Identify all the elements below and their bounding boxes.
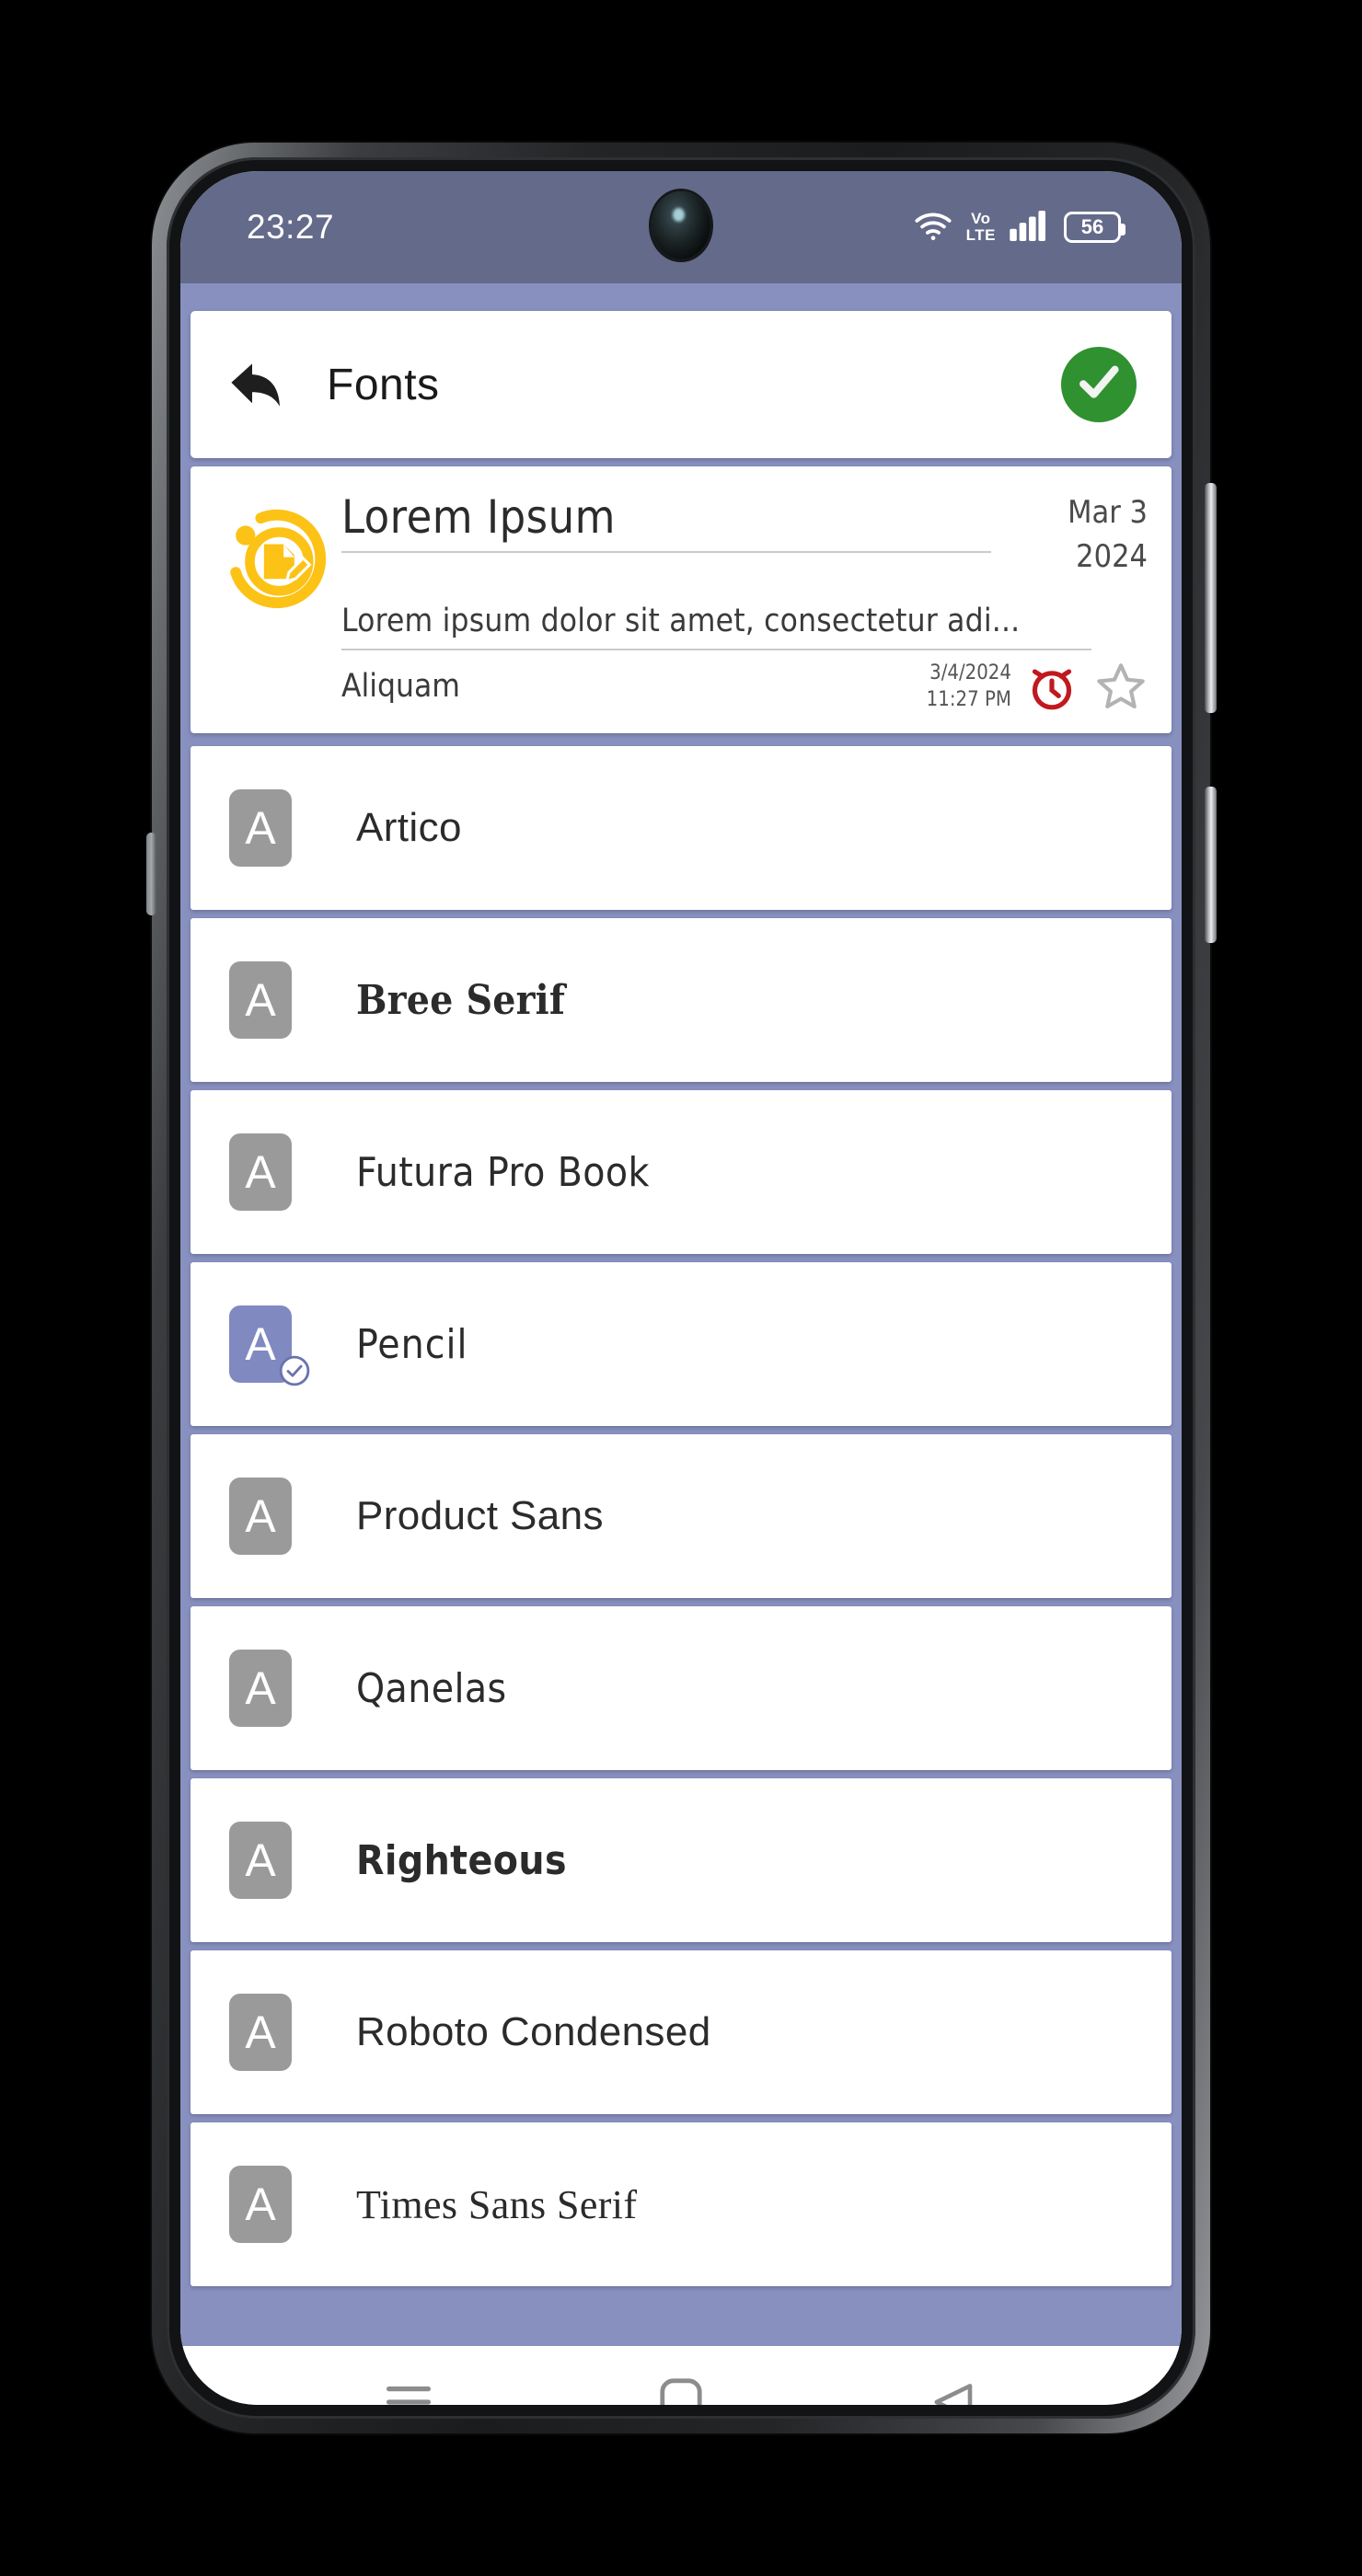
font-list-item[interactable]: A Roboto Condensed — [190, 1950, 1172, 2114]
home-square-icon — [660, 2377, 702, 2405]
font-badge-wrap: A — [229, 1305, 310, 1386]
selected-check-icon — [277, 1353, 312, 1388]
screenshot-stage: 23:27 Vo LTE 56 Fonts Lorem Ipsum Mar 3 … — [0, 0, 1362, 2576]
font-badge-icon: A — [229, 1994, 292, 2071]
font-badge-icon: A — [229, 1822, 292, 1899]
wifi-icon — [913, 209, 953, 247]
font-badge-icon: A — [229, 789, 292, 867]
star-outline-icon[interactable] — [1094, 660, 1148, 713]
note-meta-row: Aliquam 3/4/2024 11:27 PM — [341, 660, 1148, 713]
font-badge-wrap: A — [229, 2166, 297, 2243]
font-list-item[interactable]: A Pencil — [190, 1262, 1172, 1426]
font-badge-wrap: A — [229, 789, 297, 867]
note-app-logo-icon — [213, 490, 341, 713]
left-side-button[interactable] — [146, 833, 156, 915]
note-snippet-underline — [341, 649, 1091, 650]
note-date-line1: Mar 3 — [1068, 494, 1148, 531]
font-list: A Artico A Bree Serif A Futura Pro Book A Penci… — [186, 746, 1176, 2286]
note-title-underline — [341, 551, 991, 553]
note-date-line2: 2024 — [1076, 538, 1148, 575]
page-title: Fonts — [327, 360, 440, 409]
font-name-label: Qanelas — [356, 1664, 507, 1712]
nav-home-button[interactable] — [630, 2353, 732, 2405]
font-badge-icon: A — [229, 1650, 292, 1727]
android-nav-bar — [180, 2346, 1182, 2405]
phone-screen: 23:27 Vo LTE 56 Fonts Lorem Ipsum Mar 3 … — [180, 171, 1182, 2405]
font-badge-icon: A — [229, 1133, 292, 1211]
note-stamp-time: 11:27 PM — [926, 688, 1011, 711]
app-content: Fonts Lorem Ipsum Mar 3 2024 Lorem ipsum… — [180, 283, 1182, 2346]
note-stamp-date: 3/4/2024 — [929, 661, 1011, 684]
note-snippet: Lorem ipsum dolor sit amet, consectetur … — [341, 603, 1021, 639]
app-bar: Fonts — [190, 311, 1172, 458]
font-name-label: Futura Pro Book — [356, 1148, 650, 1196]
font-name-label: Product Sans — [356, 1493, 604, 1538]
font-list-item[interactable]: A Bree Serif — [190, 918, 1172, 1082]
note-body: Lorem Ipsum Mar 3 2024 Lorem ipsum dolor… — [341, 490, 1148, 713]
font-list-item[interactable]: A Artico — [190, 746, 1172, 910]
font-badge-wrap: A — [229, 1478, 297, 1555]
font-name-label: Times Sans Serif — [356, 2181, 638, 2227]
confirm-button[interactable] — [1061, 347, 1137, 422]
alarm-clock-icon[interactable] — [1026, 661, 1078, 712]
note-title: Lorem Ipsum — [341, 490, 616, 544]
font-badge-wrap: A — [229, 1822, 297, 1899]
power-button[interactable] — [1205, 787, 1217, 943]
font-badge-icon: A — [229, 2166, 292, 2243]
font-list-item[interactable]: A Product Sans — [190, 1434, 1172, 1598]
note-title-wrap: Lorem Ipsum — [341, 490, 991, 553]
font-list-item[interactable]: A Righteous — [190, 1778, 1172, 1942]
font-list-item[interactable]: A Times Sans Serif — [190, 2122, 1172, 2286]
font-badge-icon: A — [229, 961, 292, 1039]
font-badge-wrap: A — [229, 1133, 297, 1211]
font-name-label: Righteous — [356, 1836, 567, 1884]
font-list-item[interactable]: A Qanelas — [190, 1606, 1172, 1770]
note-timestamp: 3/4/2024 11:27 PM — [927, 660, 1011, 713]
back-arrow-icon[interactable] — [225, 352, 290, 417]
font-badge-wrap: A — [229, 1650, 297, 1727]
status-bar: 23:27 Vo LTE 56 — [180, 171, 1182, 283]
font-name-label: Pencil — [356, 1320, 468, 1368]
cellular-signal-icon — [1009, 210, 1051, 246]
font-list-item[interactable]: A Futura Pro Book — [190, 1090, 1172, 1254]
note-preview-card[interactable]: Lorem Ipsum Mar 3 2024 Lorem ipsum dolor… — [190, 466, 1172, 733]
front-camera-icon — [652, 191, 710, 259]
status-bar-clock: 23:27 — [247, 208, 335, 246]
font-name-label: Artico — [356, 805, 462, 850]
nav-recents-button[interactable] — [358, 2353, 459, 2405]
font-badge-icon: A — [229, 1478, 292, 1555]
check-circle-icon — [1074, 358, 1124, 412]
font-badge-wrap: A — [229, 1994, 297, 2071]
status-bar-indicators: Vo LTE 56 — [913, 209, 1125, 247]
font-badge-wrap: A — [229, 961, 297, 1039]
volume-rocker-button[interactable] — [1205, 483, 1217, 713]
back-triangle-icon — [930, 2380, 976, 2405]
menu-icon — [385, 2383, 433, 2406]
font-name-label: Roboto Condensed — [356, 2009, 711, 2054]
battery-indicator: 56 — [1064, 212, 1125, 243]
volte-icon: Vo LTE — [965, 210, 996, 244]
nav-back-button[interactable] — [903, 2353, 1004, 2405]
note-tag: Aliquam — [341, 668, 460, 705]
font-name-label: Bree Serif — [356, 976, 566, 1024]
phone-device: 23:27 Vo LTE 56 Fonts Lorem Ipsum Mar 3 … — [146, 143, 1217, 2433]
note-date: Mar 3 2024 — [991, 490, 1148, 579]
note-title-row: Lorem Ipsum Mar 3 2024 — [341, 490, 1148, 579]
